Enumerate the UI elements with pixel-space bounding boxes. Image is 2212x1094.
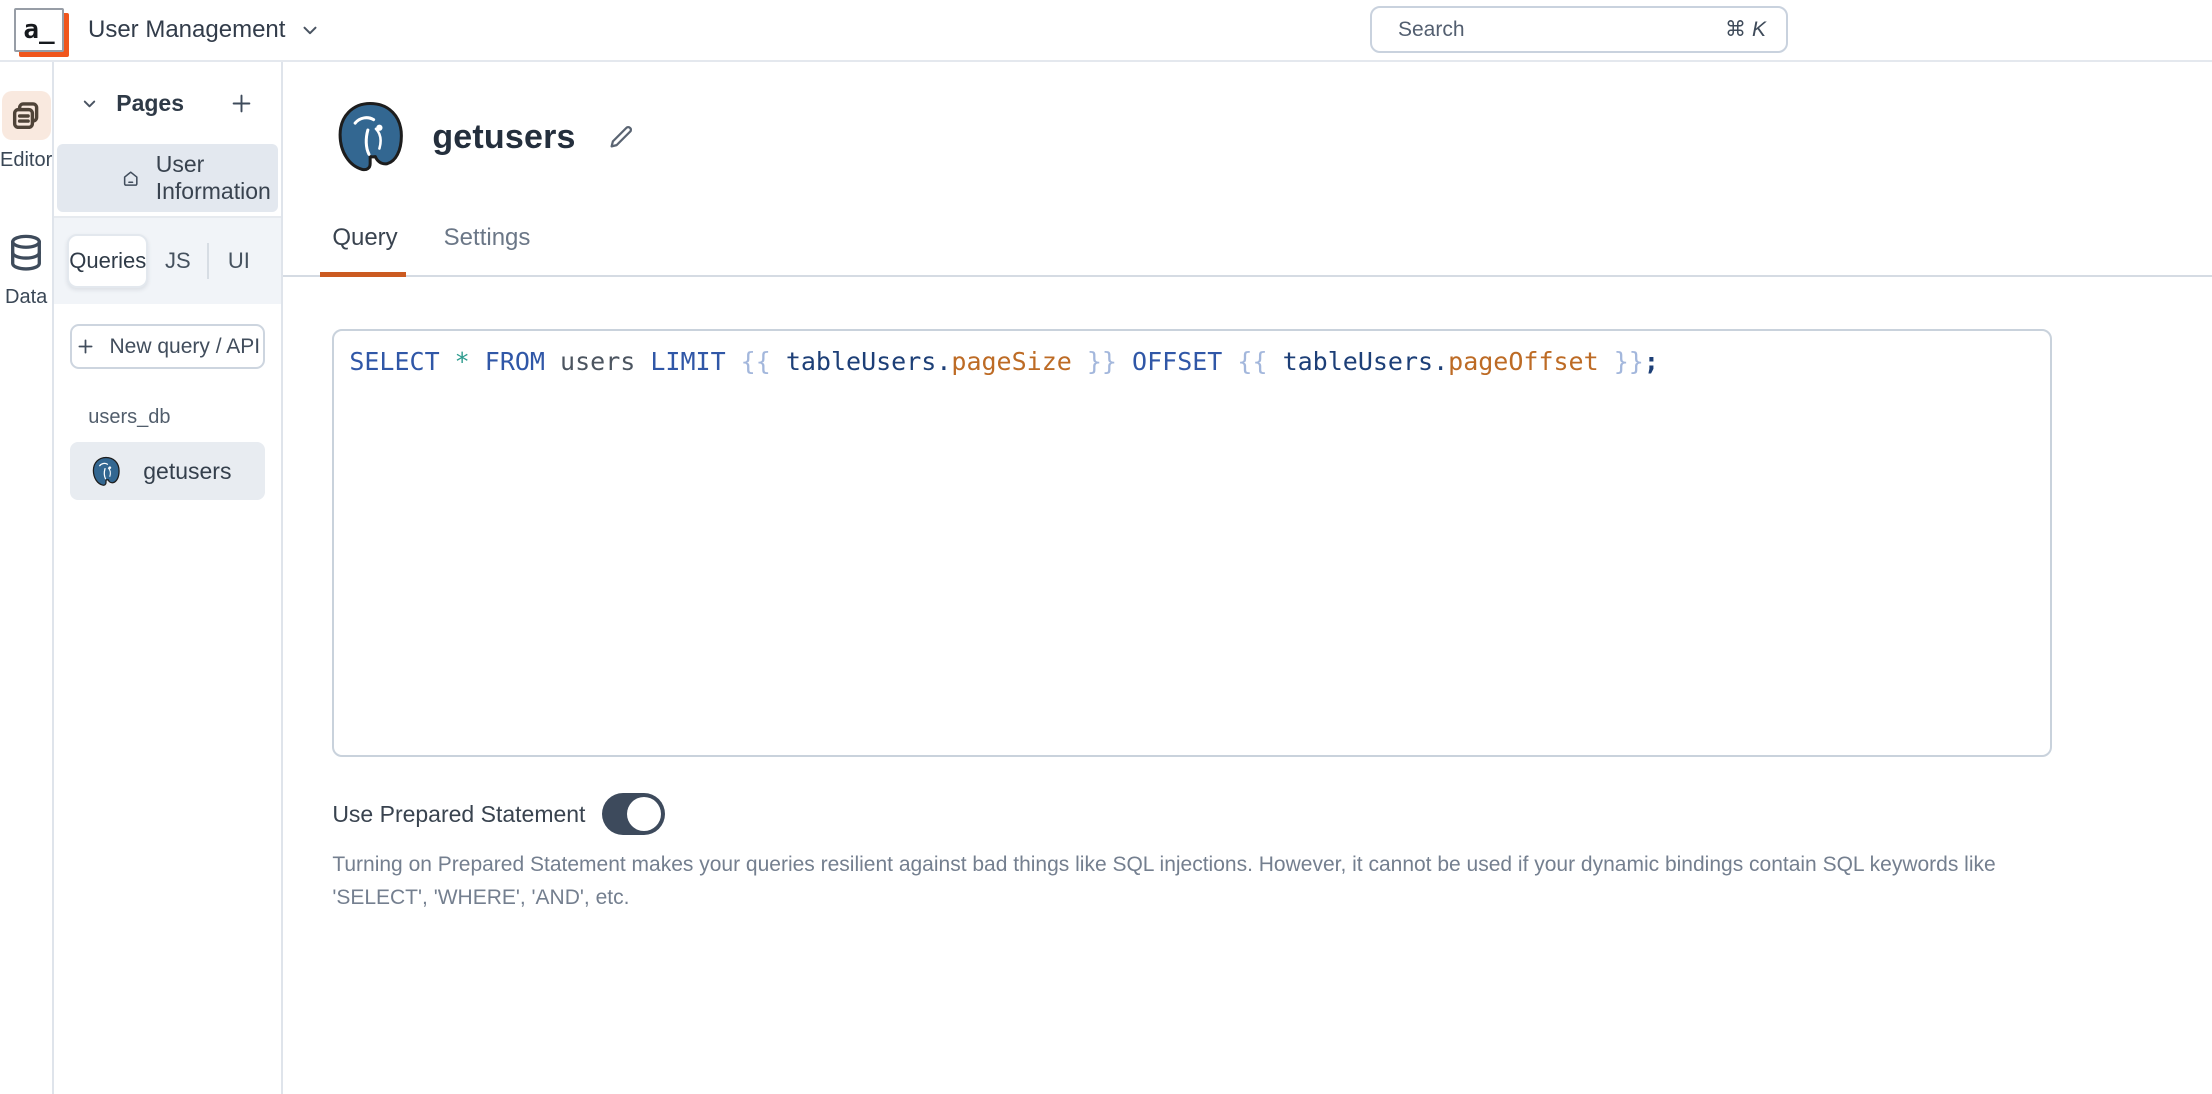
add-page-button[interactable] <box>228 90 255 117</box>
page-item-label: User Information <box>155 151 271 204</box>
plus-icon <box>78 339 93 354</box>
main-panel: getusers Query Settings SELECT * FROM us… <box>283 62 2212 1094</box>
tab-queries[interactable]: Queries <box>67 234 149 288</box>
app-title: User Management <box>88 16 286 43</box>
queries-panel: New query / API users_db getusers <box>54 304 281 1094</box>
pencil-icon <box>610 125 632 148</box>
tab-js[interactable]: JS <box>148 248 207 274</box>
rail-label-editor: Editor <box>0 149 53 171</box>
appsmith-logo[interactable]: a_ <box>14 8 64 52</box>
shortcut-key-label: K <box>1751 17 1766 41</box>
chevron-down-icon <box>84 100 96 107</box>
tab-ui[interactable]: UI <box>209 248 268 274</box>
prepared-statement-helper: Turning on Prepared Statement makes your… <box>332 848 2212 914</box>
toggle-knob <box>627 797 662 831</box>
search-placeholder: Search <box>1398 17 1465 41</box>
app-title-menu[interactable]: User Management <box>88 16 321 44</box>
helper-line-2: 'SELECT', 'WHERE', 'AND', etc. <box>332 886 630 909</box>
query-item-getusers[interactable]: getusers <box>70 442 266 500</box>
top-bar: a_ User Management Search ⌘ K <box>0 0 2212 62</box>
pages-icon <box>13 101 39 129</box>
chevron-down-icon <box>303 26 317 35</box>
left-rail: Editor Data <box>0 62 55 1094</box>
pages-collapse-button[interactable] <box>80 94 99 113</box>
query-header: getusers <box>332 100 2212 174</box>
entity-tabs: Queries JS UI <box>54 218 282 304</box>
sql-editor[interactable]: SELECT * FROM users LIMIT {{ tableUsers.… <box>332 329 2053 757</box>
home-icon <box>124 170 138 186</box>
prepared-statement-label: Use Prepared Statement <box>332 800 586 827</box>
helper-line-1: Turning on Prepared Statement makes your… <box>332 853 1996 876</box>
query-title: getusers <box>432 117 576 156</box>
rename-query-button[interactable] <box>606 122 636 152</box>
tab-query[interactable]: Query <box>320 224 407 277</box>
new-query-label: New query / API <box>109 334 261 358</box>
query-editor-tabs: Query Settings <box>283 224 2212 277</box>
prepared-statement-toggle[interactable] <box>602 793 666 835</box>
database-icon <box>11 234 42 271</box>
data-icon-background <box>2 228 51 277</box>
rail-label-data: Data <box>5 286 48 308</box>
plus-icon <box>232 94 251 112</box>
rail-item-data[interactable]: Data <box>2 228 51 309</box>
query-item-label: getusers <box>143 457 232 484</box>
pages-title: Pages <box>116 89 185 116</box>
rail-item-editor[interactable]: Editor <box>0 91 52 172</box>
pages-header: Pages <box>54 62 281 144</box>
datasource-group-label: users_db <box>88 406 171 428</box>
postgresql-icon <box>93 456 120 486</box>
search-input[interactable]: Search ⌘ K <box>1370 6 1788 53</box>
prepared-statement-section: Use Prepared Statement Turning on Prepar… <box>332 793 2212 914</box>
page-item-user-information[interactable]: User Information <box>57 144 279 212</box>
new-query-button[interactable]: New query / API <box>70 324 266 369</box>
postgresql-icon <box>338 101 404 172</box>
sql-statement: SELECT * FROM users LIMIT {{ tableUsers.… <box>349 347 1659 376</box>
sidebar: Pages User Information Queries JS UI New… <box>54 62 284 1094</box>
command-key-icon: ⌘ <box>1724 18 1746 41</box>
tab-settings[interactable]: Settings <box>444 224 531 275</box>
editor-icon-background <box>1 91 51 140</box>
